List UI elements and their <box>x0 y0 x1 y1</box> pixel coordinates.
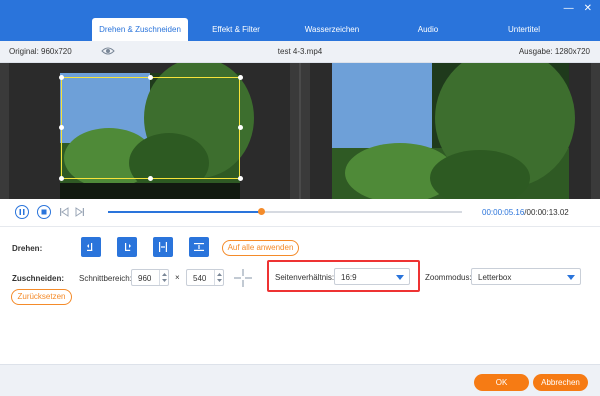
crop-handle-bottom[interactable] <box>148 176 153 181</box>
zoom-mode-select[interactable]: Letterbox <box>471 268 581 285</box>
crop-handle-bottom-left[interactable] <box>59 176 64 181</box>
crop-handle-top-left[interactable] <box>59 75 64 80</box>
tab-rotate-crop[interactable]: Drehen & Zuschneiden <box>92 18 188 41</box>
crop-height-value: 540 <box>193 274 207 283</box>
rotate-right-button[interactable] <box>117 237 137 257</box>
file-name: test 4-3.mp4 <box>277 47 323 56</box>
flip-vertical-button[interactable] <box>189 237 209 257</box>
output-preview <box>310 48 591 206</box>
output-resolution: Ausgabe: 1280x720 <box>518 47 590 56</box>
footer-bar: OK Abbrechen <box>0 364 600 396</box>
reset-button[interactable]: Zurücksetzen <box>11 289 72 305</box>
zoom-mode-label: Zoommodus: <box>425 273 472 282</box>
chevron-down-icon <box>567 275 575 280</box>
pane-divider <box>299 63 301 199</box>
stop-icon <box>41 209 47 215</box>
crop-frame[interactable] <box>61 77 240 179</box>
header-bar: Drehen & Zuschneiden Effekt & Filter Was… <box>0 0 600 41</box>
tab-subtitle[interactable]: Untertitel <box>476 18 572 41</box>
crop-width-value: 960 <box>138 274 152 283</box>
time-display: 00:00:05.16/00:00:13.02 <box>482 208 569 217</box>
crop-height-stepper[interactable] <box>214 270 223 285</box>
flip-horizontal-icon <box>159 242 167 252</box>
crop-area-label: Schnittbereich: <box>79 274 132 283</box>
rotate-left-button[interactable] <box>81 237 101 257</box>
current-time: 00:00:05.16 <box>482 208 525 217</box>
stepper-arrows-icon <box>217 273 222 282</box>
crop-handle-top-right[interactable] <box>238 75 243 80</box>
rotate-right-icon <box>125 243 131 251</box>
crop-height-input[interactable]: 540 <box>186 269 224 286</box>
crop-handle-right[interactable] <box>238 125 243 130</box>
center-crop-icon[interactable] <box>233 268 253 288</box>
crop-handle-bottom-right[interactable] <box>238 176 243 181</box>
tab-audio[interactable]: Audio <box>380 18 476 41</box>
tab-effect-filter[interactable]: Effekt & Filter <box>188 18 284 41</box>
tab-bar: Drehen & Zuschneiden Effekt & Filter Was… <box>92 18 572 41</box>
total-time: /00:00:13.02 <box>524 208 569 217</box>
crop-handle-left[interactable] <box>59 125 64 130</box>
info-bar: Original: 960x720 test 4-3.mp4 Ausgabe: … <box>0 41 600 63</box>
apply-to-all-button[interactable]: Auf alle anwenden <box>222 240 299 256</box>
flip-horizontal-button[interactable] <box>153 237 173 257</box>
cancel-button[interactable]: Abbrechen <box>533 374 588 391</box>
minimize-icon[interactable]: — <box>564 3 574 14</box>
pause-icon <box>19 209 25 215</box>
aspect-ratio-highlight <box>267 260 420 292</box>
rotate-label: Drehen: <box>12 244 43 253</box>
stop-button[interactable] <box>37 205 51 219</box>
next-frame-icon[interactable] <box>75 207 85 217</box>
window-controls: — ✕ <box>564 3 592 14</box>
flip-vertical-icon <box>194 243 204 251</box>
stepper-arrows-icon <box>162 273 167 282</box>
crop-label: Zuschneiden: <box>12 274 65 283</box>
close-icon[interactable]: ✕ <box>584 3 592 14</box>
progress-knob[interactable] <box>258 208 266 215</box>
progress-fill <box>108 211 262 213</box>
output-video-frame <box>332 48 575 206</box>
rotate-left-icon <box>87 243 93 251</box>
crop-handle-top[interactable] <box>148 75 153 80</box>
previous-frame-icon[interactable] <box>59 207 69 217</box>
ok-button[interactable]: OK <box>474 374 529 391</box>
playback-bar: 00:00:05.16/00:00:13.02 <box>0 199 600 227</box>
crop-width-stepper[interactable] <box>159 270 168 285</box>
progress-track[interactable] <box>108 208 462 215</box>
zoom-mode-value: Letterbox <box>478 273 512 282</box>
crop-width-input[interactable]: 960 <box>131 269 169 286</box>
pause-button[interactable] <box>15 205 29 219</box>
times-sign: × <box>175 273 180 282</box>
tab-watermark[interactable]: Wasserzeichen <box>284 18 380 41</box>
